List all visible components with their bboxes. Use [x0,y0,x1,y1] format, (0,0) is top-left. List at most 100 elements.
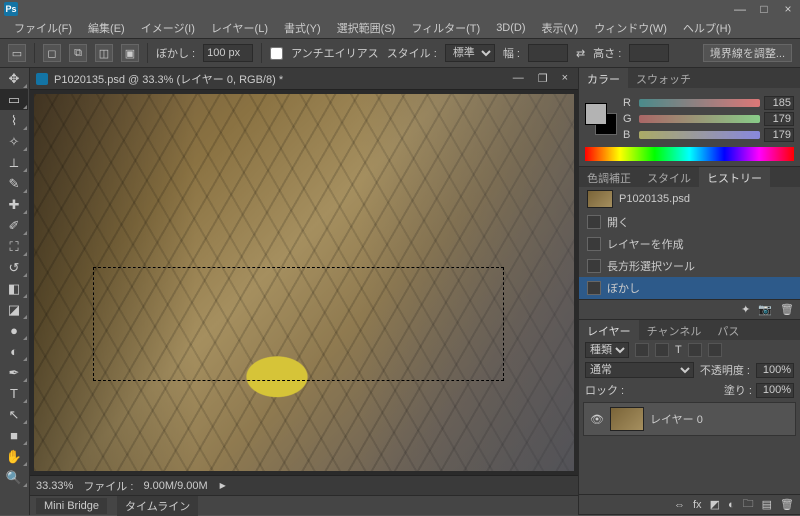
antialias-checkbox[interactable] [270,47,283,60]
history-item[interactable]: 開く [579,211,800,233]
tab-color[interactable]: カラー [579,68,628,88]
brush-tool[interactable]: ✐ [0,215,28,236]
filter-adjust-icon[interactable] [655,343,669,357]
tab-adjustments[interactable]: 色調補正 [579,167,639,187]
close-button[interactable]: × [780,2,796,16]
opacity-input[interactable] [756,363,794,378]
link-layers-icon[interactable]: ⇔ [674,499,685,511]
menu-select[interactable]: 選択範囲(S) [331,18,402,38]
fg-color-swatch[interactable] [585,103,607,125]
minimize-button[interactable]: — [732,2,748,16]
wand-tool[interactable]: ✧ [0,131,28,152]
selection-add-icon[interactable]: ⧉ [69,44,87,62]
doc-minimize-button[interactable]: — [509,72,528,85]
history-item[interactable]: レイヤーを作成 [579,233,800,255]
style-select[interactable]: 標準 [445,44,495,62]
b-slider[interactable] [639,131,760,139]
tab-paths[interactable]: パス [709,320,747,340]
shape-tool[interactable]: ■ [0,425,28,446]
blur-tool[interactable]: ● [0,320,28,341]
snapshot-icon[interactable]: 📷 [758,303,772,316]
eyedropper-tool[interactable]: ✎ [0,173,28,194]
type-tool[interactable]: T [0,383,28,404]
group-icon[interactable]: 🗀 [743,495,754,514]
tab-layers[interactable]: レイヤー [579,320,639,340]
tab-styles[interactable]: スタイル [639,167,699,187]
healing-tool[interactable]: ✚ [0,194,28,215]
doc-restore-button[interactable]: ❐ [534,72,552,85]
refine-edge-button[interactable]: 境界線を調整... [703,44,792,62]
selection-marquee[interactable] [93,267,503,380]
path-select-tool[interactable]: ↖ [0,404,28,425]
menu-help[interactable]: ヘルプ(H) [677,18,737,38]
menu-filter[interactable]: フィルター(T) [405,18,486,38]
feather-input[interactable] [203,44,253,62]
blend-mode-select[interactable]: 通常 [585,362,694,378]
history-item[interactable]: ぼかし [579,277,800,299]
tab-swatches[interactable]: スウォッチ [628,68,699,88]
history-item[interactable]: 長方形選択ツール [579,255,800,277]
tab-channels[interactable]: チャンネル [639,320,710,340]
b-value[interactable]: 179 [764,128,794,142]
canvas-area[interactable] [30,90,578,475]
menu-type[interactable]: 書式(Y) [278,18,327,38]
selection-new-icon[interactable]: ◻ [43,44,61,62]
selection-subtract-icon[interactable]: ◫ [95,44,113,62]
menu-view[interactable]: 表示(V) [536,18,585,38]
marquee-tool[interactable]: ▭ [0,89,28,110]
r-value[interactable]: 185 [764,96,794,110]
filter-type-icon[interactable]: T [675,344,682,356]
layer-row[interactable]: 👁 レイヤー 0 [583,402,796,436]
crop-tool[interactable]: ⟂ [0,152,28,173]
layer-mask-icon[interactable]: ◩ [710,498,720,511]
selection-intersect-icon[interactable]: ▣ [121,44,139,62]
filter-smart-icon[interactable] [708,343,722,357]
history-snapshot[interactable]: P1020135.psd [579,187,800,211]
maximize-button[interactable]: □ [756,2,772,16]
swap-icon[interactable]: ⇄ [576,47,585,60]
fill-input[interactable] [756,383,794,398]
new-doc-from-state-icon[interactable]: ✦ [741,303,750,316]
move-tool[interactable]: ✥ [0,68,28,89]
fg-bg-swatch[interactable] [585,103,617,135]
history-brush-tool[interactable]: ↺ [0,257,28,278]
g-value[interactable]: 179 [764,112,794,126]
gradient-tool[interactable]: ◪ [0,299,28,320]
pen-tool[interactable]: ✒ [0,362,28,383]
status-menu-icon[interactable]: ▶ [220,481,226,490]
filter-shape-icon[interactable] [688,343,702,357]
document-tab[interactable]: P1020135.psd @ 33.3% (レイヤー 0, RGB/8) * —… [30,68,578,90]
filter-pixel-icon[interactable] [635,343,649,357]
menu-3d[interactable]: 3D(D) [490,20,531,36]
tab-mini-bridge[interactable]: Mini Bridge [36,498,107,514]
menu-image[interactable]: イメージ(I) [135,18,201,38]
g-slider[interactable] [639,115,760,123]
doc-close-button[interactable]: × [558,72,572,85]
eraser-tool[interactable]: ◧ [0,278,28,299]
layer-fx-icon[interactable]: fx [693,499,702,511]
color-spectrum[interactable] [585,147,794,161]
adjustment-layer-icon[interactable]: ◐ [728,499,735,511]
layer-kind-select[interactable]: 種類 [585,342,629,358]
menu-edit[interactable]: 編集(E) [82,18,131,38]
zoom-tool[interactable]: 🔍 [0,467,28,488]
height-input[interactable] [629,44,669,62]
layer-name[interactable]: レイヤー 0 [650,411,703,427]
zoom-value[interactable]: 33.33% [36,480,73,492]
r-slider[interactable] [639,99,760,107]
tab-timeline[interactable]: タイムライン [117,496,198,516]
trash-icon[interactable]: 🗑 [780,303,794,316]
width-input[interactable] [528,44,568,62]
tab-history[interactable]: ヒストリー [699,167,770,187]
menu-layer[interactable]: レイヤー(L) [205,18,274,38]
stamp-tool[interactable]: ⛶ [0,236,28,257]
new-layer-icon[interactable]: ▤ [762,498,772,511]
hand-tool[interactable]: ✋ [0,446,28,467]
delete-layer-icon[interactable]: 🗑 [780,498,794,511]
visibility-toggle-icon[interactable]: 👁 [590,413,604,426]
dodge-tool[interactable]: ◐ [0,341,28,362]
lasso-tool[interactable]: ⌇ [0,110,28,131]
menu-window[interactable]: ウィンドウ(W) [588,18,673,38]
menu-file[interactable]: ファイル(F) [8,18,78,38]
marquee-tool-indicator[interactable]: ▭ [8,44,26,62]
